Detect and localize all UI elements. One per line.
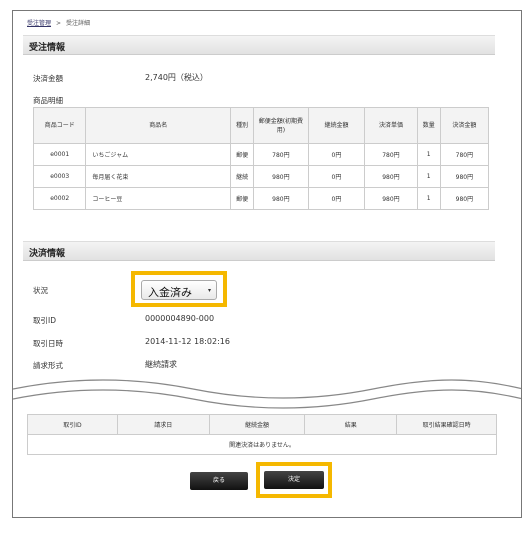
cell-unit: 980円: [364, 165, 418, 188]
cell-qty: 1: [416, 165, 441, 188]
column-header-postal: 郵便金額(初期費用): [253, 107, 309, 144]
related-transactions-table: 取引ID 請求日 継続金額 結果 取引結果確認日時 関連決済はありません。: [27, 414, 497, 455]
confirm-button[interactable]: 決定: [264, 471, 324, 489]
page-frame: 受注管理 > 受注詳細 受注情報 決済金額 2,740円（税込） 商品明細 商品コー…: [12, 10, 522, 518]
cell-recurring: 0円: [307, 165, 366, 188]
items-table-header: 商品コード 商品名 種別 郵便金額(初期費用) 継続金額 決済単価 数量 決済金…: [32, 107, 490, 144]
txn-id-value: 0000004890-000: [145, 314, 215, 323]
table-row: e0002 コーヒー豆 郵便 980円 0円 980円 1 980円: [32, 187, 490, 210]
payment-section-title: 決済情報: [29, 249, 66, 259]
order-section-title: 受注情報: [29, 43, 66, 53]
items-label: 商品明細: [33, 96, 63, 105]
cell-code: e0003: [32, 165, 87, 188]
column-header-name: 商品名: [85, 107, 232, 144]
cell-type: 郵便: [230, 187, 255, 210]
breadcrumb-current: 受注詳細: [66, 20, 91, 27]
column-header-recurring: 継続金額: [307, 107, 366, 144]
column-header-txn-id: 取引ID: [27, 414, 118, 435]
cell-name: 毎月届く花束: [85, 165, 232, 188]
amount-label: 決済金額: [33, 74, 63, 83]
table-row: e0003 毎月届く花束 継続 980円 0円 980円 1 980円: [32, 165, 490, 188]
cell-postal: 980円: [253, 187, 309, 210]
cell-total: 980円: [439, 165, 490, 188]
cell-total: 780円: [439, 143, 490, 166]
cell-unit: 980円: [364, 187, 418, 210]
cell-name: いちごジャム: [85, 143, 232, 166]
amount-value: 2,740円（税込）: [145, 73, 208, 82]
back-button[interactable]: 戻る: [190, 472, 248, 490]
empty-message: 関連決済はありません。: [27, 434, 497, 455]
column-header-result-confirm-date: 取引結果確認日時: [396, 414, 497, 435]
column-header-qty: 数量: [416, 107, 441, 144]
payment-section-header: 決済情報: [23, 241, 495, 261]
breadcrumb: 受注管理 > 受注詳細: [27, 18, 90, 27]
status-select-highlight: 入金済み ▾: [131, 271, 227, 307]
cell-postal: 980円: [253, 165, 309, 188]
related-table-header: 取引ID 請求日 継続金額 結果 取引結果確認日時: [27, 414, 497, 435]
breadcrumb-parent-link[interactable]: 受注管理: [27, 20, 51, 27]
breadcrumb-separator: >: [56, 20, 62, 27]
order-section-header: 受注情報: [23, 35, 495, 55]
cell-total: 980円: [439, 187, 490, 210]
cell-unit: 780円: [364, 143, 418, 166]
cell-qty: 1: [416, 187, 441, 210]
cell-code: e0001: [32, 143, 87, 166]
column-header-unit: 決済単価: [364, 107, 418, 144]
status-label: 状況: [33, 286, 48, 295]
page-break-wave: [13, 371, 521, 411]
cell-qty: 1: [416, 143, 441, 166]
table-row: e0001 いちごジャム 郵便 780円 0円 780円 1 780円: [32, 143, 490, 166]
column-header-recurring-amount: 継続金額: [208, 414, 306, 435]
column-header-billing-date: 請求日: [116, 414, 210, 435]
txn-date-value: 2014-11-12 18:02:16: [145, 337, 230, 346]
cell-code: e0002: [32, 187, 87, 210]
billing-label: 請求形式: [33, 361, 63, 370]
txn-date-label: 取引日時: [33, 339, 63, 348]
cell-type: 継続: [230, 165, 255, 188]
billing-value: 継続請求: [145, 360, 177, 369]
column-header-code: 商品コード: [32, 107, 87, 144]
cell-name: コーヒー豆: [85, 187, 232, 210]
status-select-value: 入金済み: [148, 286, 192, 299]
column-header-type: 種別: [230, 107, 255, 144]
cell-recurring: 0円: [307, 143, 366, 166]
table-row: 関連決済はありません。: [27, 434, 497, 455]
column-header-total: 決済金額: [439, 107, 490, 144]
column-header-result: 結果: [304, 414, 398, 435]
status-select[interactable]: 入金済み ▾: [141, 280, 217, 300]
cell-type: 郵便: [230, 143, 255, 166]
cell-recurring: 0円: [307, 187, 366, 210]
confirm-button-highlight: 決定: [256, 462, 332, 498]
chevron-down-icon: ▾: [207, 287, 211, 294]
items-table: 商品コード 商品名 種別 郵便金額(初期費用) 継続金額 決済単価 数量 決済金…: [32, 107, 490, 210]
cell-postal: 780円: [253, 143, 309, 166]
txn-id-label: 取引ID: [33, 316, 56, 325]
